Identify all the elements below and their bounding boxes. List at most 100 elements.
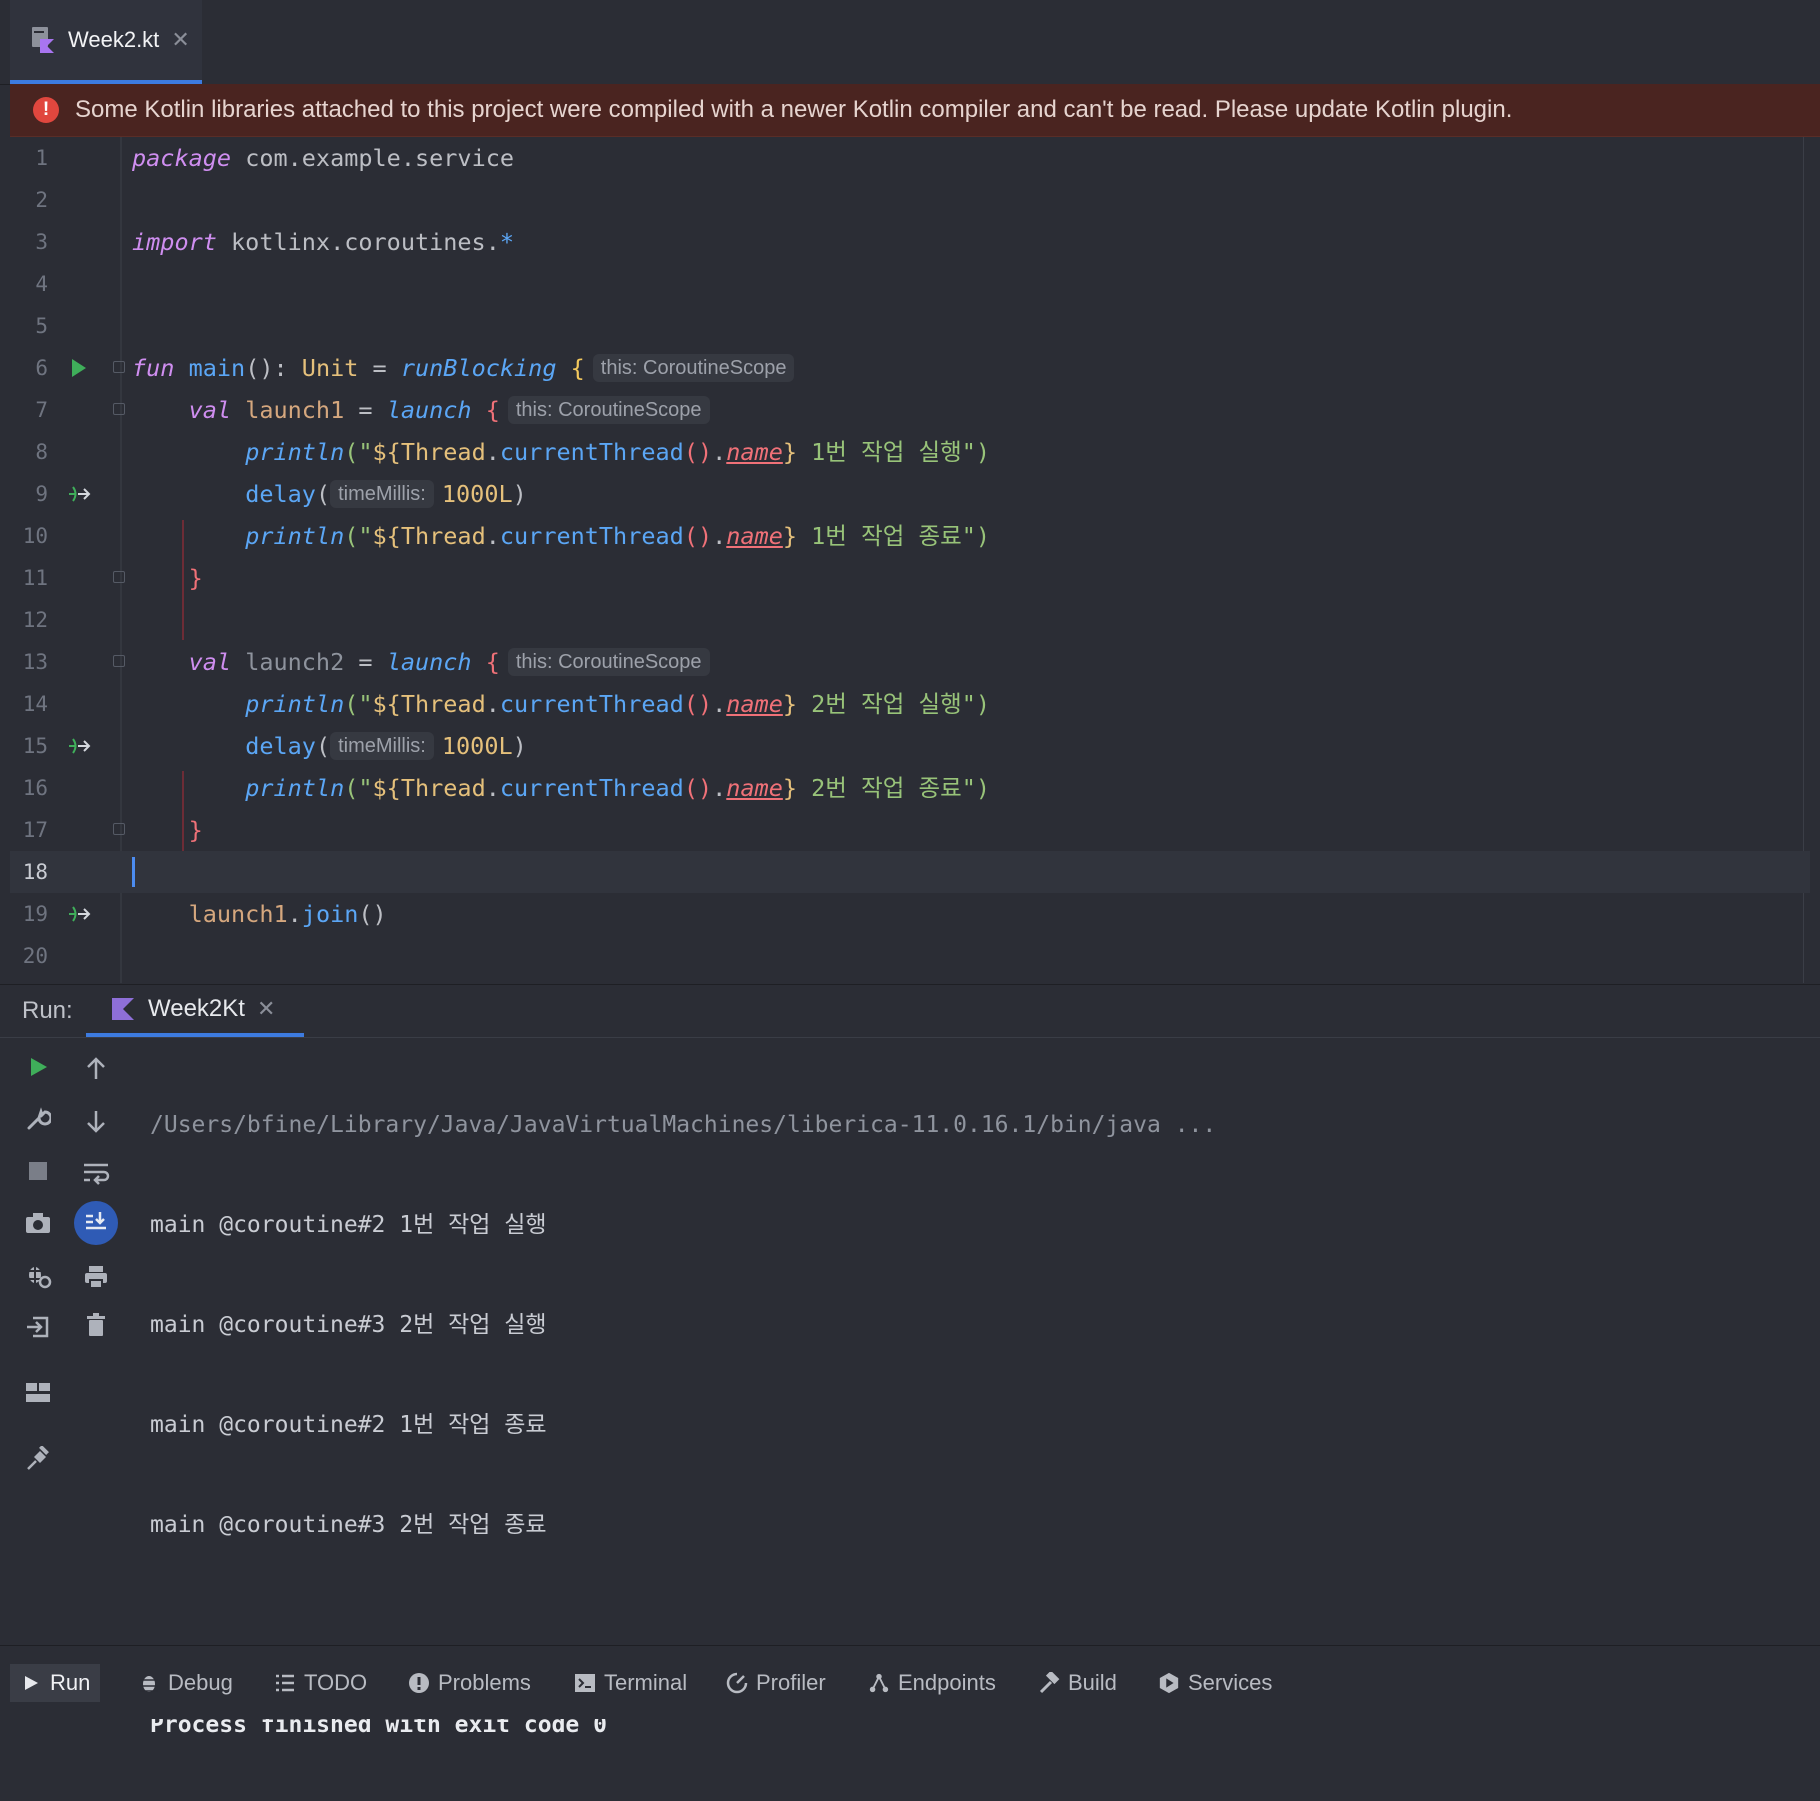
code-line[interactable]: 2 (10, 179, 1810, 221)
code-line[interactable]: 12 (10, 599, 1810, 641)
code-line[interactable]: 5 (10, 305, 1810, 347)
list-icon (274, 1672, 296, 1694)
function-call: launch (386, 396, 472, 424)
console-line: main @coroutine#3 2번 작업 종료 (150, 1512, 547, 1538)
stop-button[interactable] (18, 1151, 58, 1191)
warning-icon (408, 1672, 430, 1694)
scroll-to-end-button[interactable] (74, 1201, 118, 1245)
toolwindow-terminal[interactable]: Terminal (564, 1664, 697, 1702)
pin-icon (27, 1446, 49, 1470)
console-command-line: /Users/bfine/Library/Java/JavaVirtualMac… (150, 1112, 1217, 1138)
code-line[interactable]: 16 println("${Thread.currentThread().nam… (10, 767, 1810, 809)
code-line[interactable]: 3 import kotlinx.coroutines.* (10, 221, 1810, 263)
import-path: kotlinx.coroutines. (216, 228, 500, 256)
toolwindow-endpoints[interactable]: Endpoints (858, 1664, 1006, 1702)
suspend-call-icon (66, 725, 94, 767)
line-number: 11 (22, 566, 48, 590)
code-editor[interactable]: 1 package com.example.service 2 3 import… (10, 137, 1810, 983)
package-name: com.example.service (231, 144, 515, 172)
toolwindow-run[interactable]: Run (10, 1664, 101, 1702)
play-icon (31, 1058, 47, 1076)
line-number: 15 (22, 734, 48, 758)
services-icon (1158, 1672, 1180, 1694)
fold-marker[interactable] (113, 823, 125, 835)
print-button[interactable] (76, 1257, 116, 1297)
line-number: 4 (35, 272, 48, 296)
code-line[interactable]: 6 fun main(): Unit = runBlocking {this: … (10, 347, 1810, 389)
scroll-down-button[interactable] (76, 1101, 116, 1141)
arrow-up-icon (87, 1057, 105, 1079)
kotlin-icon (110, 996, 136, 1022)
fold-marker[interactable] (113, 361, 125, 373)
toolwindow-build[interactable]: Build (1028, 1664, 1127, 1702)
soft-wrap-icon (84, 1163, 110, 1185)
code-line[interactable]: 8 println("${Thread.currentThread().name… (10, 431, 1810, 473)
code-line[interactable]: 10 println("${Thread.currentThread().nam… (10, 515, 1810, 557)
arrow-down-icon (87, 1111, 105, 1133)
soft-wrap-button[interactable] (76, 1153, 116, 1193)
toolwindow-problems[interactable]: Problems (398, 1664, 541, 1702)
debug-settings-button[interactable] (18, 1255, 58, 1295)
line-number: 6 (35, 356, 48, 380)
fold-marker[interactable] (113, 571, 125, 583)
parameter-hint: timeMillis: (330, 732, 434, 760)
close-icon[interactable]: ✕ (171, 27, 189, 53)
fold-marker[interactable] (113, 655, 125, 667)
terminal-icon (574, 1672, 596, 1694)
pin-tab-button[interactable] (18, 1439, 58, 1479)
code-line[interactable]: 11 } (10, 557, 1810, 599)
code-line[interactable]: 14 println("${Thread.currentThread().nam… (10, 683, 1810, 725)
run-label: Run: (22, 997, 73, 1024)
code-line[interactable]: 15 delay(timeMillis: 1000L) (10, 725, 1810, 767)
code-line[interactable]: 4 (10, 263, 1810, 305)
line-number: 3 (35, 230, 48, 254)
scroll-up-button[interactable] (76, 1049, 116, 1089)
toolwindow-debug[interactable]: Debug (128, 1664, 243, 1702)
suspend-call-icon (66, 473, 94, 515)
line-number: 18 (22, 860, 48, 884)
code-line[interactable]: 1 package com.example.service (10, 137, 1810, 179)
console-line: main @coroutine#3 2번 작업 실행 (150, 1312, 547, 1338)
code-line[interactable]: 9 delay(timeMillis: 1000L) (10, 473, 1810, 515)
settings-wrench-button[interactable] (18, 1099, 58, 1139)
restore-layout-button[interactable] (18, 1307, 58, 1347)
tab-week2-kt[interactable]: Week2.kt ✕ (10, 0, 202, 84)
rerun-button[interactable] (18, 1047, 58, 1087)
variable-name: launch1 (231, 396, 345, 424)
line-number: 20 (22, 944, 48, 968)
clear-all-button[interactable] (76, 1305, 116, 1345)
code-line[interactable]: 19 launch1.join() (10, 893, 1810, 935)
line-number: 14 (22, 692, 48, 716)
line-number: 10 (22, 524, 48, 548)
trash-icon (87, 1313, 105, 1336)
toolwindow-profiler[interactable]: Profiler (716, 1664, 836, 1702)
keyword: val (188, 648, 232, 676)
editor-tab-bar: Week2.kt ✕ (0, 0, 1820, 85)
toolwindow-todo[interactable]: TODO (264, 1664, 377, 1702)
run-tab-label: Week2Kt (148, 995, 245, 1022)
profiler-icon (726, 1672, 748, 1694)
dump-threads-button[interactable] (18, 1203, 58, 1243)
wrench-icon (27, 1107, 51, 1130)
import-icon (27, 1316, 49, 1338)
code-line[interactable]: 7 val launch1 = launch {this: CoroutineS… (10, 389, 1810, 431)
import-star: * (499, 228, 515, 256)
toolwindow-services[interactable]: Services (1148, 1664, 1282, 1702)
close-icon[interactable]: ✕ (257, 996, 275, 1022)
code-line[interactable]: 13 val launch2 = launch {this: Coroutine… (10, 641, 1810, 683)
run-gutter-icon[interactable] (66, 347, 94, 389)
code-line[interactable]: 20 (10, 935, 1810, 977)
line-number: 17 (22, 818, 48, 842)
text-caret (132, 857, 135, 887)
inlay-hint: this: CoroutineScope (592, 354, 795, 382)
layout-button[interactable] (18, 1373, 58, 1413)
line-number: 12 (22, 608, 48, 632)
bug-gear-icon (27, 1265, 52, 1289)
code-line[interactable]: 17 } (10, 809, 1810, 851)
fold-marker[interactable] (113, 403, 125, 415)
scroll-to-end-icon (86, 1212, 106, 1230)
run-tab-week2kt[interactable]: Week2Kt ✕ (86, 985, 304, 1037)
current-code-line[interactable]: 18 (10, 851, 1810, 893)
endpoints-icon (868, 1672, 890, 1694)
